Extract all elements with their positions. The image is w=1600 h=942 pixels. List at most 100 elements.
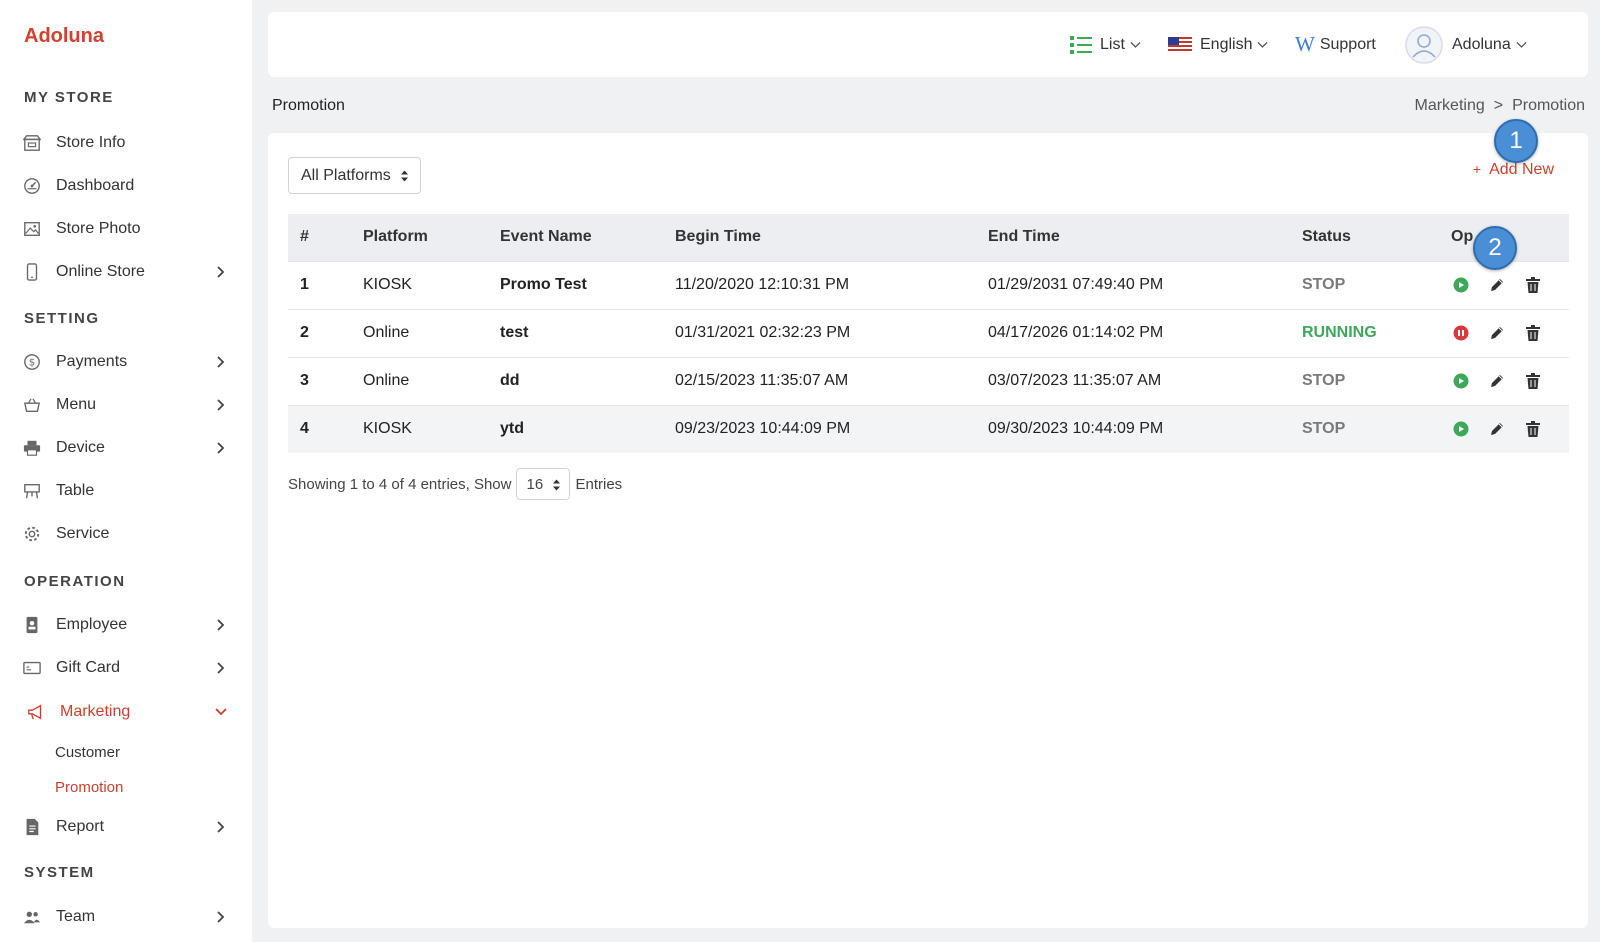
row-platform: Online: [351, 308, 488, 357]
pencil-icon: [1491, 327, 1503, 339]
edit-button[interactable]: [1487, 419, 1507, 439]
row-event-name: test: [488, 308, 663, 357]
chevron-right-icon: [217, 821, 225, 833]
chevron-right-icon: [217, 662, 225, 674]
delete-button[interactable]: [1523, 371, 1543, 391]
language-label: English: [1200, 35, 1253, 53]
delete-button[interactable]: [1523, 419, 1543, 439]
sort-updown-icon: [553, 479, 561, 491]
row-number: 4: [288, 404, 351, 453]
section-title-my-store: MY STORE: [24, 89, 114, 106]
sidebar-item-menu[interactable]: Menu: [22, 391, 228, 419]
sidebar-item-team[interactable]: Team: [22, 903, 228, 931]
sidebar-item-gift-card[interactable]: Gift Card: [22, 654, 228, 682]
pause-circle-icon: [1453, 325, 1469, 341]
showing-text: Showing 1 to 4 of 4 entries, Show: [288, 475, 512, 493]
report-icon: [22, 817, 42, 837]
user-menu-dropdown[interactable]: Adoluna: [1405, 12, 1527, 77]
add-new-button[interactable]: + Add New: [1473, 161, 1554, 179]
row-platform: KIOSK: [351, 404, 488, 453]
row-event-name: Promo Test: [488, 260, 663, 309]
sidebar-item-online-store[interactable]: Online Store: [22, 258, 228, 286]
column-header-end-time: End Time: [988, 228, 1060, 246]
row-event-name: dd: [488, 356, 663, 405]
row-operations: [1451, 275, 1569, 295]
status-badge: STOP: [1290, 260, 1439, 309]
trash-icon: [1526, 277, 1540, 293]
sidebar-item-report[interactable]: Report: [22, 813, 228, 841]
chevron-down-icon: [215, 708, 227, 716]
start-button[interactable]: [1451, 371, 1471, 391]
sidebar-item-marketing[interactable]: Marketing: [22, 698, 228, 726]
sidebar-item-label: Marketing: [60, 703, 131, 720]
sidebar-subitem-promotion[interactable]: Promotion: [55, 779, 123, 796]
user-label: Adoluna: [1452, 35, 1511, 53]
column-header-platform: Platform: [363, 228, 428, 246]
promotion-table: # Platform Event Name Begin Time End Tim…: [288, 214, 1569, 453]
team-icon: [22, 907, 42, 927]
sidebar-item-label: Store Photo: [56, 220, 141, 237]
row-end-time: 03/07/2023 11:35:07 AM: [976, 356, 1290, 405]
status-badge: RUNNING: [1290, 308, 1439, 357]
chevron-down-icon: [1258, 41, 1268, 48]
sidebar-item-device[interactable]: Device: [22, 434, 228, 462]
delete-button[interactable]: [1523, 323, 1543, 343]
start-button[interactable]: [1451, 275, 1471, 295]
play-circle-icon: [1453, 421, 1469, 437]
chevron-right-icon: [217, 266, 225, 278]
sidebar-item-dashboard[interactable]: Dashboard: [22, 172, 228, 200]
row-operations: [1451, 323, 1569, 343]
breadcrumb-marketing[interactable]: Marketing: [1414, 97, 1484, 114]
chevron-right-icon: [217, 619, 225, 631]
page-size-select[interactable]: 16: [516, 468, 571, 500]
plus-icon: +: [1472, 161, 1482, 177]
entries-text: Entries: [575, 475, 623, 493]
view-list-dropdown[interactable]: List: [1070, 12, 1141, 77]
row-event-name: ytd: [488, 404, 663, 453]
sidebar-item-table[interactable]: Table: [22, 477, 228, 505]
table-row: 1 KIOSK Promo Test 11/20/2020 12:10:31 P…: [288, 260, 1569, 309]
sidebar-item-label: Online Store: [56, 263, 145, 280]
edit-button[interactable]: [1487, 323, 1507, 343]
support-w-icon: W: [1295, 32, 1315, 56]
sidebar-item-label: Payments: [56, 353, 128, 370]
pause-button[interactable]: [1451, 323, 1471, 343]
sidebar-item-store-info[interactable]: Store Info: [22, 129, 228, 157]
platform-filter-select[interactable]: All Platforms: [288, 157, 421, 194]
chevron-right-icon: [217, 911, 225, 923]
sidebar-item-label: Team: [56, 908, 96, 925]
sidebar-item-employee[interactable]: Employee: [22, 611, 228, 639]
add-new-label: Add New: [1489, 161, 1554, 178]
table-header-row: # Platform Event Name Begin Time End Tim…: [288, 214, 1569, 261]
column-header-status: Status: [1302, 228, 1351, 246]
platform-filter-value: All Platforms: [301, 166, 391, 184]
table-row: 2 Online test 01/31/2021 02:32:23 PM 04/…: [288, 308, 1569, 357]
edit-button[interactable]: [1487, 371, 1507, 391]
brand-logo[interactable]: Adoluna: [24, 25, 104, 48]
edit-button[interactable]: [1487, 275, 1507, 295]
sidebar-item-service[interactable]: Service: [22, 520, 228, 548]
sidebar-item-store-photo[interactable]: Store Photo: [22, 215, 228, 243]
sidebar-item-payments[interactable]: $ Payments: [22, 348, 228, 376]
section-title-system: SYSTEM: [24, 864, 95, 881]
promotion-card: All Platforms + Add New # Platform Event …: [268, 133, 1588, 928]
basket-icon: [22, 395, 42, 415]
start-button[interactable]: [1451, 419, 1471, 439]
status-badge: STOP: [1290, 404, 1439, 453]
row-end-time: 04/17/2026 01:14:02 PM: [976, 308, 1290, 357]
row-begin-time: 11/20/2020 12:10:31 PM: [663, 260, 976, 309]
row-operations: [1451, 371, 1569, 391]
sidebar-item-label: Device: [56, 439, 105, 456]
sidebar-item-label: Gift Card: [56, 659, 121, 676]
delete-button[interactable]: [1523, 275, 1543, 295]
chevron-right-icon: [217, 399, 225, 411]
sidebar-subitem-customer[interactable]: Customer: [55, 744, 120, 761]
row-number: 2: [288, 308, 351, 357]
breadcrumb-separator: >: [1493, 97, 1504, 114]
sort-updown-icon: [401, 170, 408, 182]
annotation-marker-1: 1: [1494, 119, 1538, 163]
support-label: Support: [1319, 35, 1376, 53]
language-dropdown[interactable]: English: [1168, 12, 1268, 77]
support-link[interactable]: W Support: [1295, 12, 1376, 77]
trash-icon: [1526, 421, 1540, 438]
